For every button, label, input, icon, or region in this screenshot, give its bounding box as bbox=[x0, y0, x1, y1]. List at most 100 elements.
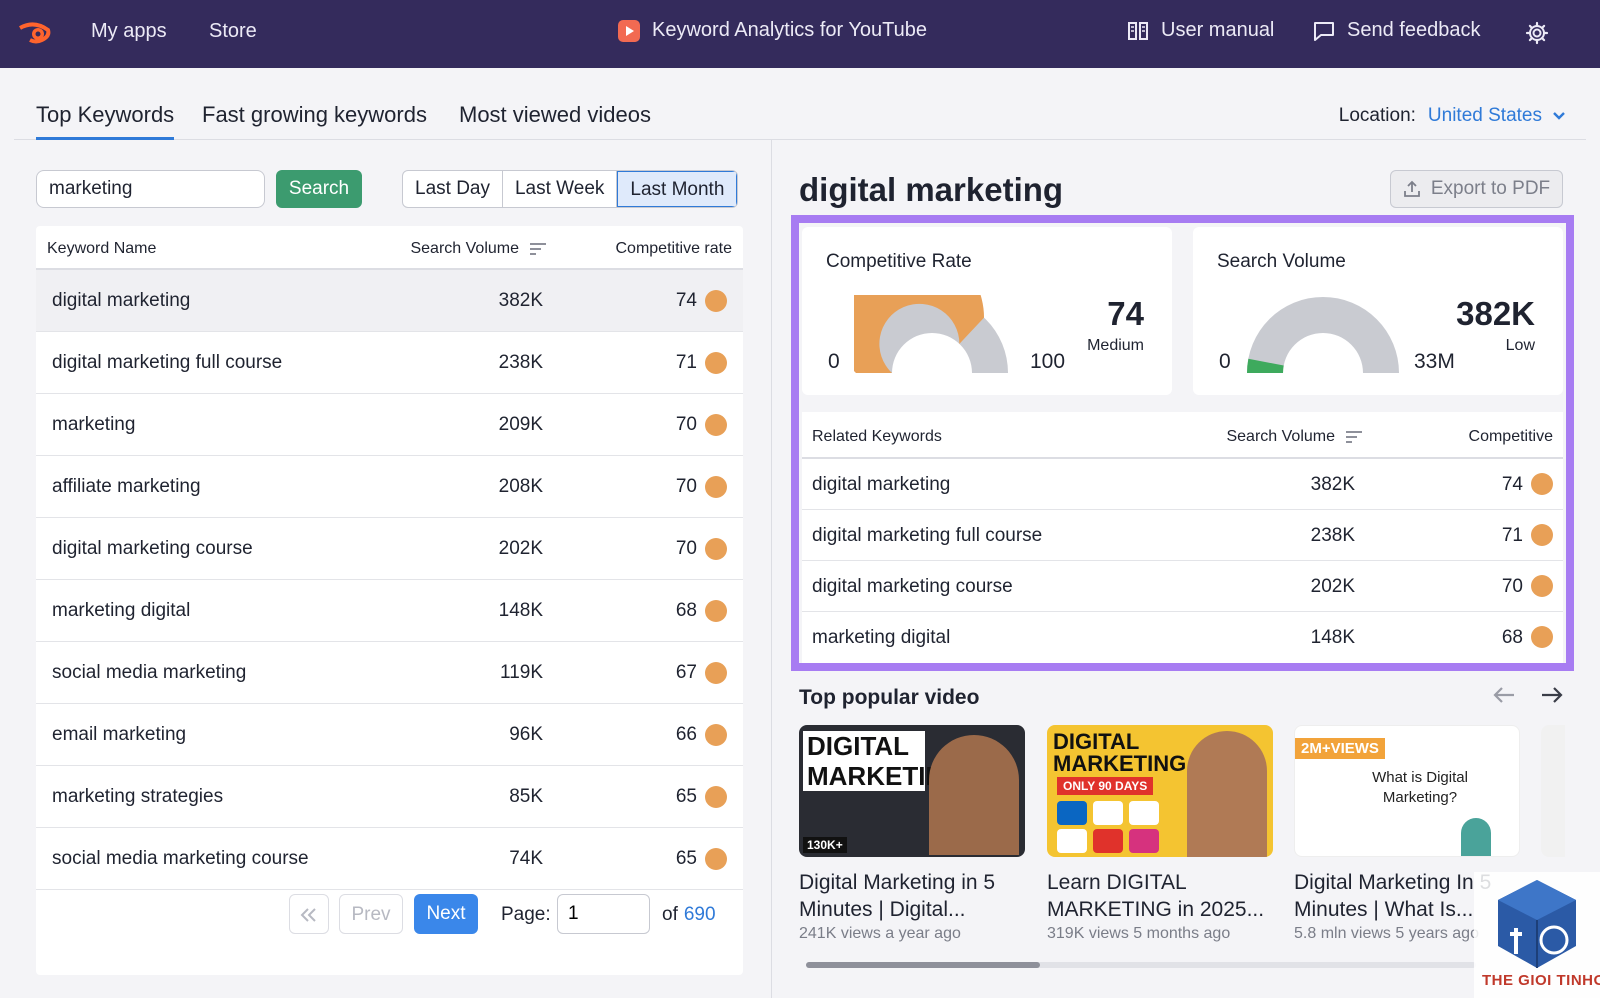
views-badge: 2M+VIEWS bbox=[1295, 738, 1385, 759]
total-pages-link[interactable]: 690 bbox=[684, 904, 716, 925]
competitive-rate: 74 bbox=[675, 290, 697, 311]
competitive-rate: 65 bbox=[675, 848, 697, 869]
competitive-rate: 74 bbox=[1501, 474, 1523, 495]
period-selector: Last Day Last Week Last Month bbox=[402, 170, 739, 208]
location-value[interactable]: United States bbox=[1428, 105, 1542, 127]
table-row[interactable]: digital marketing course 202K 70 bbox=[802, 561, 1563, 612]
period-last-month[interactable]: Last Month bbox=[617, 171, 738, 207]
period-last-week[interactable]: Last Week bbox=[503, 171, 618, 207]
search-button[interactable]: Search bbox=[276, 170, 362, 208]
video-thumbnail[interactable] bbox=[1541, 725, 1565, 857]
competition-dot-icon bbox=[705, 662, 727, 684]
competition-dot-icon bbox=[705, 352, 727, 374]
hubspot-icon bbox=[1129, 801, 1159, 825]
send-feedback-link[interactable]: Send feedback bbox=[1313, 19, 1480, 42]
table-row[interactable]: marketing 209K 70 bbox=[36, 394, 743, 456]
first-page-button[interactable] bbox=[289, 894, 329, 934]
competition-dot-icon bbox=[705, 476, 727, 498]
col-competitive: Competitive bbox=[1468, 428, 1553, 445]
tab-most-viewed-videos[interactable]: Most viewed videos bbox=[459, 102, 651, 137]
period-last-day[interactable]: Last Day bbox=[403, 171, 503, 207]
keyword-search-input[interactable] bbox=[36, 170, 265, 208]
table-row[interactable]: affiliate marketing 208K 70 bbox=[36, 456, 743, 518]
col-search-volume-label: Search Volume bbox=[410, 240, 519, 257]
competition-dot-icon bbox=[705, 414, 727, 436]
carousel-scrollbar[interactable] bbox=[806, 962, 1476, 968]
table-row[interactable]: social media marketing course 74K 65 bbox=[36, 828, 743, 890]
export-pdf-label: Export to PDF bbox=[1430, 178, 1551, 199]
cube-logo-icon bbox=[1498, 880, 1576, 968]
col-keyword-name: Keyword Name bbox=[47, 240, 157, 257]
table-row[interactable]: digital marketing full course 238K 71 bbox=[802, 510, 1563, 561]
table-row[interactable]: marketing digital 148K 68 bbox=[802, 612, 1563, 663]
video-card-partial[interactable] bbox=[1541, 725, 1565, 857]
user-manual-link[interactable]: User manual bbox=[1127, 19, 1274, 42]
search-volume-value: 382K bbox=[1456, 295, 1535, 332]
competition-dot-icon bbox=[705, 724, 727, 746]
table-row[interactable]: digital marketing course 202K 70 bbox=[36, 518, 743, 580]
export-pdf-button[interactable]: Export to PDF bbox=[1390, 170, 1563, 208]
table-row[interactable]: marketing digital 148K 68 bbox=[36, 580, 743, 642]
competitive-rate: 68 bbox=[675, 600, 697, 621]
arrow-right-icon[interactable] bbox=[1538, 683, 1566, 707]
search-volume-card: Search Volume 0 33M 382K Low bbox=[1193, 227, 1563, 395]
thumbnail-badge: ONLY 90 DAYS bbox=[1057, 777, 1154, 795]
video-title[interactable]: Learn DIGITAL MARKETING in 2025... bbox=[1047, 869, 1273, 923]
search-volume: 209K bbox=[498, 414, 543, 435]
competition-dot-icon bbox=[705, 538, 727, 560]
user-manual-label: User manual bbox=[1161, 19, 1275, 41]
tab-bar: Top Keywords Fast growing keywords Most … bbox=[14, 92, 1586, 140]
prev-page-button[interactable]: Prev bbox=[339, 894, 403, 934]
col-search-volume[interactable]: Search Volume bbox=[410, 240, 547, 258]
search-volume: 382K bbox=[498, 290, 543, 311]
search-volume: 202K bbox=[498, 538, 543, 559]
location-selector[interactable]: Location: United States bbox=[1339, 105, 1566, 127]
keyword-name: marketing bbox=[52, 414, 136, 435]
sort-icon[interactable] bbox=[529, 242, 547, 256]
video-title[interactable]: Digital Marketing in 5 Minutes | Digital… bbox=[799, 869, 1025, 923]
chevron-down-icon[interactable] bbox=[1552, 111, 1566, 121]
competitive-rate: 65 bbox=[675, 786, 697, 807]
arrow-left-icon[interactable] bbox=[1490, 683, 1518, 707]
youtube-icon bbox=[1093, 829, 1123, 853]
table-row[interactable]: marketing strategies 85K 65 bbox=[36, 766, 743, 828]
nav-my-apps[interactable]: My apps bbox=[91, 20, 167, 43]
col-competitive-rate: Competitive rate bbox=[615, 240, 733, 257]
table-row[interactable]: social media marketing 119K 67 bbox=[36, 642, 743, 704]
scrollbar-thumb[interactable] bbox=[806, 962, 1040, 968]
search-volume: 238K bbox=[1310, 525, 1355, 546]
competitive-rate-gauge bbox=[854, 295, 1008, 373]
tab-top-keywords[interactable]: Top Keywords bbox=[36, 102, 175, 140]
presenter-figure bbox=[929, 735, 1019, 855]
gear-icon[interactable] bbox=[1525, 21, 1549, 45]
tab-fast-growing-keywords[interactable]: Fast growing keywords bbox=[202, 102, 427, 137]
video-thumbnail[interactable]: DIGITAL MARKETING ONLY 90 DAYS bbox=[1047, 725, 1273, 857]
table-row[interactable]: digital marketing 382K 74 bbox=[36, 270, 743, 332]
page-label: Page: bbox=[501, 904, 551, 925]
video-card[interactable]: DIGITAL MARKETING ONLY 90 DAYS Learn DIG… bbox=[1047, 725, 1273, 943]
col-related-search-volume[interactable]: Search Volume bbox=[1226, 428, 1363, 446]
app-title-text: Keyword Analytics for YouTube bbox=[652, 19, 927, 41]
competitive-rate-title: Competitive Rate bbox=[826, 251, 972, 272]
video-card[interactable]: DIGITAL MARKETING 130K+ Digital Marketin… bbox=[799, 725, 1025, 943]
keyword-name: social media marketing bbox=[52, 662, 247, 683]
semrush-logo-icon[interactable] bbox=[14, 16, 54, 50]
competition-dot-icon bbox=[705, 786, 727, 808]
google-icon bbox=[1057, 829, 1087, 853]
competitive-rate: 68 bbox=[1501, 627, 1523, 648]
nav-store[interactable]: Store bbox=[209, 20, 257, 43]
table-row[interactable]: email marketing 96K 66 bbox=[36, 704, 743, 766]
sort-icon[interactable] bbox=[1345, 430, 1363, 444]
video-thumbnail[interactable]: 2M+VIEWS What is Digital Marketing? bbox=[1294, 725, 1520, 857]
next-page-button[interactable]: Next bbox=[414, 894, 478, 934]
app-title: Keyword Analytics for YouTube bbox=[618, 19, 927, 42]
keyword-name: digital marketing full course bbox=[52, 352, 283, 373]
video-thumbnail[interactable]: DIGITAL MARKETING 130K+ bbox=[799, 725, 1025, 857]
keyword-name: affiliate marketing bbox=[52, 476, 201, 497]
page-number-input[interactable] bbox=[557, 894, 650, 934]
hand-figure bbox=[1461, 818, 1491, 856]
table-row[interactable]: digital marketing full course 238K 71 bbox=[36, 332, 743, 394]
table-row[interactable]: digital marketing 382K 74 bbox=[802, 459, 1563, 510]
competitive-rate-level: Medium bbox=[1087, 337, 1144, 354]
book-icon bbox=[1128, 21, 1148, 40]
